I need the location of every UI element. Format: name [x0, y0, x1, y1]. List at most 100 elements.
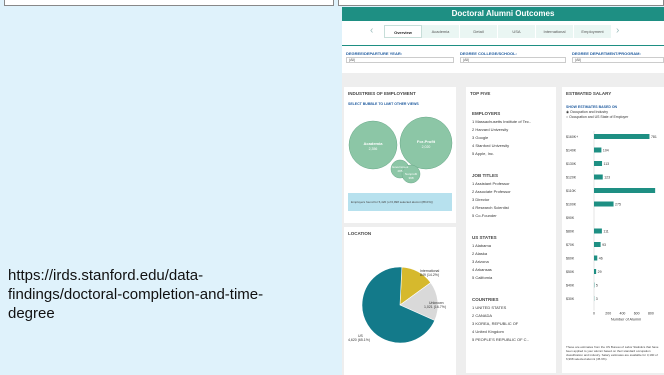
item-label: CANADA [475, 313, 493, 318]
item-label: Massachusetts Institute of Tec.. [475, 119, 532, 124]
top-five-item[interactable]: 5 Co-Founder [472, 213, 497, 218]
top-frame-left [4, 0, 334, 6]
salary-bar[interactable] [594, 242, 601, 247]
top-five-item[interactable]: 5 Apple, Inc. [472, 151, 494, 156]
item-label: Assistant Professor [475, 181, 510, 186]
bar-category-label: $60K [566, 257, 575, 261]
bar-data-label: 3 [596, 297, 598, 301]
location-header: LOCATION [348, 231, 372, 236]
x-tick-label: 200 [605, 312, 611, 316]
bar-category-label: $130K [566, 162, 577, 166]
bar-category-label: $40K [566, 284, 575, 288]
filter-year-label: DEGREE/DEPARTURE YEAR: [346, 51, 403, 56]
top-five-item[interactable]: 3 KOREA, REPUBLIC OF [472, 321, 518, 326]
salary-option-2[interactable]: ○ Occupation and US State of Employer [566, 115, 628, 119]
employers-found-note: Employers found for 5,420 (of 6,998 sele… [351, 200, 433, 204]
tab-usa[interactable]: USA [498, 25, 536, 38]
tab-employment[interactable]: Employment [574, 25, 612, 38]
bar-data-label: 275 [615, 203, 621, 207]
top-five-item[interactable]: 3 Director [472, 197, 489, 202]
salary-bar[interactable] [594, 188, 656, 193]
dashboard-title: Doctoral Alumni Outcomes [342, 7, 664, 21]
salary-bar[interactable] [594, 147, 602, 153]
item-label: Alabama [475, 243, 491, 248]
top-five-item[interactable]: 2 Associate Professor [472, 189, 511, 194]
tab-detail[interactable]: Detail [460, 25, 498, 38]
item-label: Arkansas [475, 267, 492, 272]
top-five-item[interactable]: 4 United Kingdom [472, 329, 504, 334]
filter-school-select[interactable]: (All) [460, 57, 566, 63]
salary-bar[interactable] [594, 201, 614, 207]
top-five-section-title: COUNTRIES [472, 297, 499, 302]
salary-bar-chart: $160K+ 781 $140K 104 $130K 113 $120K 123 $110K $1… [566, 131, 657, 322]
top-five-item[interactable]: 2 Harvard University [472, 127, 508, 132]
salary-bar[interactable] [594, 269, 597, 274]
top-five-item[interactable]: 4 Arkansas [472, 267, 492, 272]
source-url-caption[interactable]: https://irds.stanford.edu/data-findings/… [8, 266, 308, 323]
top-five-item[interactable]: 3 Arizona [472, 259, 489, 264]
page: https://irds.stanford.edu/data-findings/… [0, 0, 664, 375]
radio-unselected-icon: ○ [566, 115, 569, 119]
bar-data-label: 113 [604, 162, 610, 166]
bar-data-label: 781 [651, 135, 657, 139]
top-five-item[interactable]: 1 Alabama [472, 243, 491, 248]
tab-academia[interactable]: Academia [422, 25, 460, 38]
salary-bar[interactable] [594, 228, 602, 234]
top-five-section-title: JOB TITLES [472, 173, 499, 178]
salary-bar[interactable] [594, 134, 650, 139]
bar-data-label: 123 [604, 176, 610, 180]
top-five-item[interactable]: 2 CANADA [472, 313, 492, 318]
bar-category-label: $90K [566, 216, 575, 220]
bar-category-label: $110K [566, 189, 577, 193]
pie-value-us: 4,620 (65.1%) [348, 338, 370, 342]
bar-category-label: $120K [566, 176, 577, 180]
salary-bar[interactable] [594, 161, 603, 166]
top-five-item[interactable]: 4 Stanford University [472, 143, 509, 148]
bar-category-label: $30K [566, 297, 575, 301]
salary-option-1[interactable]: ◉ Occupation and Industry [566, 110, 608, 114]
salary-panel: ESTIMATED SALARY SHOW ESTIMATES BASED ON… [562, 87, 664, 373]
industries-bubbles: Academia 2,356 For-Profit 2,020 Governme… [348, 116, 453, 184]
item-label: KOREA, REPUBLIC OF [475, 321, 519, 326]
salary-bar[interactable] [594, 255, 598, 261]
bar-data-label: 93 [602, 243, 606, 247]
chevron-left-icon[interactable]: ‹ [370, 25, 373, 36]
top-five-item[interactable]: 1 UNITED STATES [472, 305, 506, 310]
dashboard: Doctoral Alumni Outcomes ‹ Overview Acad… [342, 7, 664, 375]
tab-bar: Overview Academia Detail USA Internation… [384, 25, 612, 39]
item-label: PEOPLE'S REPUBLIC OF C.. [475, 337, 529, 342]
bubble-academia-value: 2,356 [369, 147, 378, 151]
top-five-header: TOP FIVE [470, 91, 491, 96]
item-label: United Kingdom [475, 329, 504, 334]
item-label: Stanford University [475, 143, 510, 148]
top-five-section-title: EMPLOYERS [472, 111, 501, 116]
tab-overview[interactable]: Overview [384, 25, 422, 38]
top-five-item[interactable]: 3 Google [472, 135, 488, 140]
tab-international[interactable]: International [536, 25, 574, 38]
location-pie: International 849 (14.2%) Unknown 1,021 … [348, 266, 446, 344]
industries-panel: INDUSTRIES OF EMPLOYMENT SELECT BUBBLE T… [344, 87, 456, 223]
pie-value-unknown: 1,021 (16.7%) [424, 305, 446, 309]
top-five-item[interactable]: 4 Research Scientist [472, 205, 509, 210]
bubble-academia-label: Academia [364, 141, 384, 146]
top-five-item[interactable]: 1 Assistant Professor [472, 181, 510, 186]
top-five-item[interactable]: 2 Alaska [472, 251, 487, 256]
item-label: California [475, 275, 493, 280]
item-label: UNITED STATES [475, 305, 507, 310]
item-label: Alaska [475, 251, 488, 256]
pie-value-international: 849 (14.2%) [420, 273, 439, 277]
filter-school-label: DEGREE COLLEGE/SCHOOL: [460, 51, 517, 56]
item-label: Arizona [475, 259, 489, 264]
salary-bar[interactable] [594, 174, 603, 180]
top-frame-right [338, 0, 664, 6]
filter-year-select[interactable]: (All) [346, 57, 454, 63]
top-five-item[interactable]: 1 Massachusetts Institute of Tec.. [472, 119, 531, 124]
item-label: Harvard University [475, 127, 509, 132]
bar-category-label: $160K+ [566, 135, 578, 139]
x-tick-label: 0 [593, 312, 595, 316]
salary-subhead: SHOW ESTIMATES BASED ON [566, 105, 618, 109]
top-five-item[interactable]: 5 California [472, 275, 492, 280]
chevron-right-icon[interactable]: › [616, 25, 619, 36]
top-five-item[interactable]: 5 PEOPLE'S REPUBLIC OF C.. [472, 337, 529, 342]
filter-department-select[interactable]: (All) [572, 57, 664, 63]
